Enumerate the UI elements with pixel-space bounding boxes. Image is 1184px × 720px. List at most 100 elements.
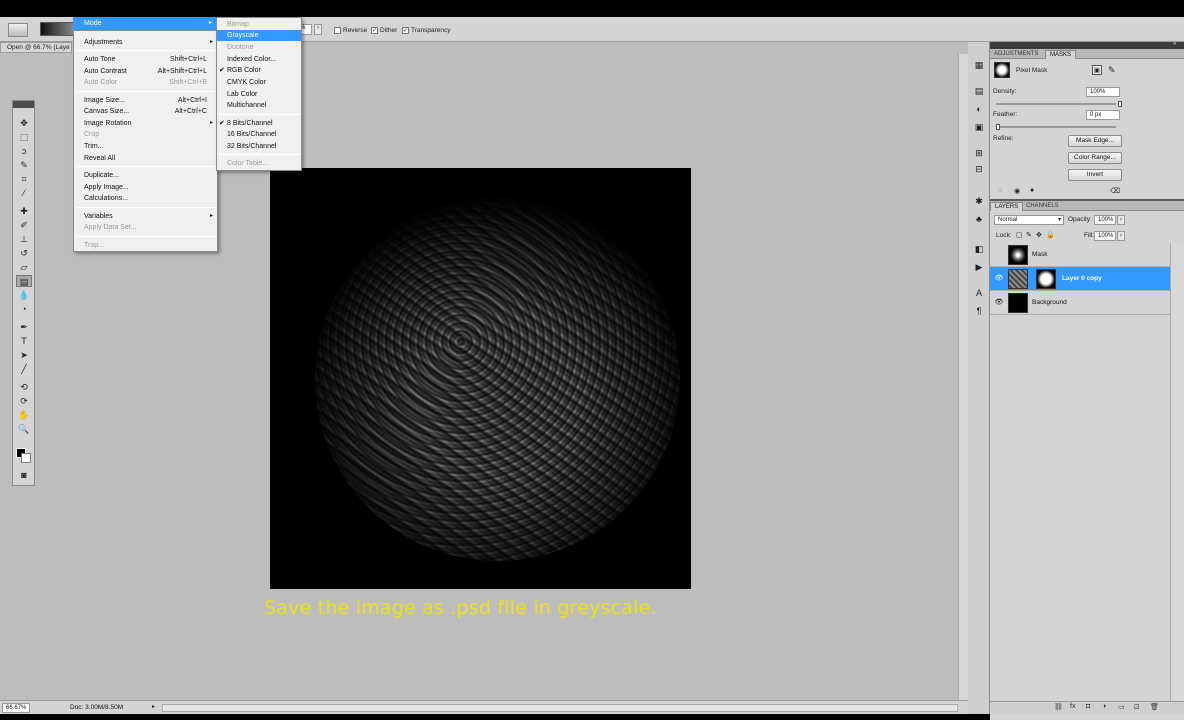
quick-mask-icon[interactable]: ◙ xyxy=(16,469,32,481)
new-layer-icon[interactable]: ⊡ xyxy=(1134,703,1140,711)
hand-tool-icon[interactable]: ✋ xyxy=(16,409,32,421)
menu-item-canvas-size[interactable]: Canvas Size... Alt+Ctrl+C xyxy=(74,106,217,117)
layer-row-mask[interactable]: Mask xyxy=(990,243,1170,267)
transparency-checkbox-box[interactable]: ✓ xyxy=(402,26,409,34)
tools-panel-header[interactable] xyxy=(13,101,34,108)
lock-image-icon[interactable]: ✎ xyxy=(1026,231,1032,239)
gradient-picker[interactable] xyxy=(40,22,74,36)
adjustment-layer-icon[interactable]: ◑ xyxy=(1102,703,1106,710)
menu-item-reveal-all[interactable]: Reveal All xyxy=(74,153,217,164)
menu-item-multichannel[interactable]: Multichannel xyxy=(217,100,301,111)
crop-tool-icon[interactable]: ⌗ xyxy=(16,173,32,185)
eye-icon[interactable]: 👁 xyxy=(994,298,1004,308)
menu-item-mode[interactable]: Mode ▸ xyxy=(73,17,217,30)
apply-mask-icon[interactable]: ◉ xyxy=(1014,187,1020,195)
tab-channels[interactable]: CHANNELS xyxy=(1022,202,1063,211)
density-field[interactable]: 100% xyxy=(1086,87,1120,97)
lock-transparent-icon[interactable]: ▢ xyxy=(1016,231,1023,239)
vector-mask-icon[interactable]: ✎ xyxy=(1108,65,1116,76)
document-canvas[interactable] xyxy=(270,168,691,589)
disable-mask-icon[interactable]: ● xyxy=(1030,187,1034,194)
quick-selection-tool-icon[interactable]: ✎ xyxy=(16,159,32,171)
pen-tool-icon[interactable]: ✒ xyxy=(16,321,32,333)
brushes-icon[interactable]: ✱ xyxy=(973,196,985,207)
gradient-tool-preset-icon[interactable] xyxy=(8,23,28,37)
color-range-button[interactable]: Color Range... xyxy=(1068,152,1122,164)
invert-button[interactable]: Invert xyxy=(1068,169,1122,181)
actions-icon[interactable]: ▶ xyxy=(973,262,985,273)
marquee-tool-icon[interactable]: ⬚ xyxy=(16,131,32,143)
info-icon[interactable]: ▤ xyxy=(973,86,985,97)
healing-brush-tool-icon[interactable]: ✚ xyxy=(16,205,32,217)
add-mask-icon[interactable]: ◘ xyxy=(1086,703,1090,710)
collapse-icon[interactable]: » xyxy=(1173,41,1176,47)
density-slider-knob[interactable] xyxy=(1118,101,1122,107)
lock-position-icon[interactable]: ✥ xyxy=(1036,231,1042,239)
menu-item-16-bits-channel[interactable]: 16 Bits/Channel xyxy=(217,129,301,140)
menu-item-lab-color[interactable]: Lab Color xyxy=(217,89,301,100)
menu-item-duplicate[interactable]: Duplicate... xyxy=(74,170,217,181)
link-layers-icon[interactable]: ⛓ xyxy=(1054,703,1063,711)
reverse-checkbox-box[interactable] xyxy=(334,26,341,34)
menu-item-indexed-color[interactable]: Indexed Color... xyxy=(217,54,301,65)
history-icon[interactable]: ◧ xyxy=(973,244,985,255)
layers-scrollbar[interactable] xyxy=(1170,243,1184,703)
menu-item-cmyk-color[interactable]: CMYK Color xyxy=(217,77,301,88)
menu-item-rgb-color[interactable]: ✔ RGB Color xyxy=(217,65,301,76)
menu-item-trim[interactable]: Trim... xyxy=(74,141,217,152)
navigator-icon[interactable]: ⊟ xyxy=(973,164,985,175)
opacity-field[interactable]: 100% xyxy=(1094,215,1116,225)
dither-checkbox-box[interactable]: ✓ xyxy=(371,26,378,34)
type-tool-icon[interactable]: T xyxy=(16,335,32,347)
zoom-tool-icon[interactable]: 🔍 xyxy=(16,423,32,435)
lock-all-icon[interactable]: 🔒 xyxy=(1046,231,1055,239)
3d-rotate-tool-icon[interactable]: ⟲ xyxy=(16,381,32,393)
feather-field[interactable]: 0 px xyxy=(1086,110,1120,120)
load-selection-icon[interactable]: ◌ xyxy=(998,187,1002,194)
paragraph-icon[interactable]: ¶ xyxy=(973,306,985,317)
styles-icon[interactable]: ⊞ xyxy=(973,148,985,159)
new-group-icon[interactable]: ▭ xyxy=(1118,703,1125,711)
menu-item-auto-contrast[interactable]: Auto Contrast Alt+Shift+Ctrl+L xyxy=(74,66,217,77)
tab-adjustments[interactable]: ADJUSTMENTS xyxy=(990,50,1042,59)
character-icon[interactable]: A xyxy=(973,288,985,299)
history-brush-tool-icon[interactable]: ↺ xyxy=(16,247,32,259)
eye-icon[interactable]: 👁 xyxy=(994,274,1004,284)
doc-info[interactable]: Doc: 3.00M/8.50M xyxy=(70,704,123,711)
move-tool-icon[interactable]: ✥ xyxy=(16,117,32,129)
histogram-icon[interactable]: ▦ xyxy=(973,60,985,71)
dither-checkbox[interactable]: ✓ Dither xyxy=(371,25,397,35)
color-icon[interactable]: ◐ xyxy=(973,104,985,115)
pixel-mask-icon[interactable]: ▣ xyxy=(1092,65,1102,75)
mask-edge-button[interactable]: Mask Edge... xyxy=(1068,135,1122,147)
eraser-tool-icon[interactable]: ▱ xyxy=(16,261,32,273)
layer-row-background[interactable]: 👁 Background xyxy=(990,291,1170,315)
menu-item-apply-image[interactable]: Apply Image... xyxy=(74,182,217,193)
transparency-checkbox[interactable]: ✓ Transparency xyxy=(402,25,451,35)
blend-mode-select[interactable]: Normal ▾ xyxy=(994,215,1064,225)
feather-slider[interactable] xyxy=(996,124,1116,130)
eyedropper-tool-icon[interactable]: ⁄ xyxy=(16,187,32,199)
layer-row-layer-0-copy[interactable]: 👁 Layer 0 copy xyxy=(990,267,1170,291)
feather-slider-knob[interactable] xyxy=(996,124,1000,130)
menu-item-auto-tone[interactable]: Auto Tone Shift+Ctrl+L xyxy=(74,54,217,65)
background-color-swatch[interactable] xyxy=(21,453,31,463)
menu-item-adjustments[interactable]: Adjustments ▸ xyxy=(74,37,217,48)
clone-stamp-tool-icon[interactable]: ⊥ xyxy=(16,233,32,245)
layer-mask-thumbnail[interactable] xyxy=(1036,269,1056,289)
menu-item-8-bits-channel[interactable]: ✔ 8 Bits/Channel xyxy=(217,118,301,129)
fill-field[interactable]: 100% xyxy=(1094,231,1116,241)
brush-tool-icon[interactable]: ✐ xyxy=(16,219,32,231)
3d-orbit-tool-icon[interactable]: ⟳ xyxy=(16,395,32,407)
menu-item-variables[interactable]: Variables ▸ xyxy=(74,211,217,222)
layer-style-icon[interactable]: fx xyxy=(1070,703,1075,710)
delete-mask-icon[interactable]: ⌫ xyxy=(1110,187,1120,195)
gradient-tool-icon[interactable]: ▤ xyxy=(16,275,32,287)
zoom-field[interactable]: 66.67% xyxy=(2,703,30,713)
clone-source-icon[interactable]: ♣ xyxy=(973,214,985,225)
document-tab[interactable]: Open @ 66.7% (Laye xyxy=(0,42,72,53)
swatches-icon[interactable]: ▣ xyxy=(973,122,985,133)
lasso-tool-icon[interactable]: ↄ xyxy=(16,145,32,157)
tab-layers[interactable]: LAYERS xyxy=(990,202,1024,211)
opacity-arrow-button[interactable]: › xyxy=(1117,215,1125,225)
